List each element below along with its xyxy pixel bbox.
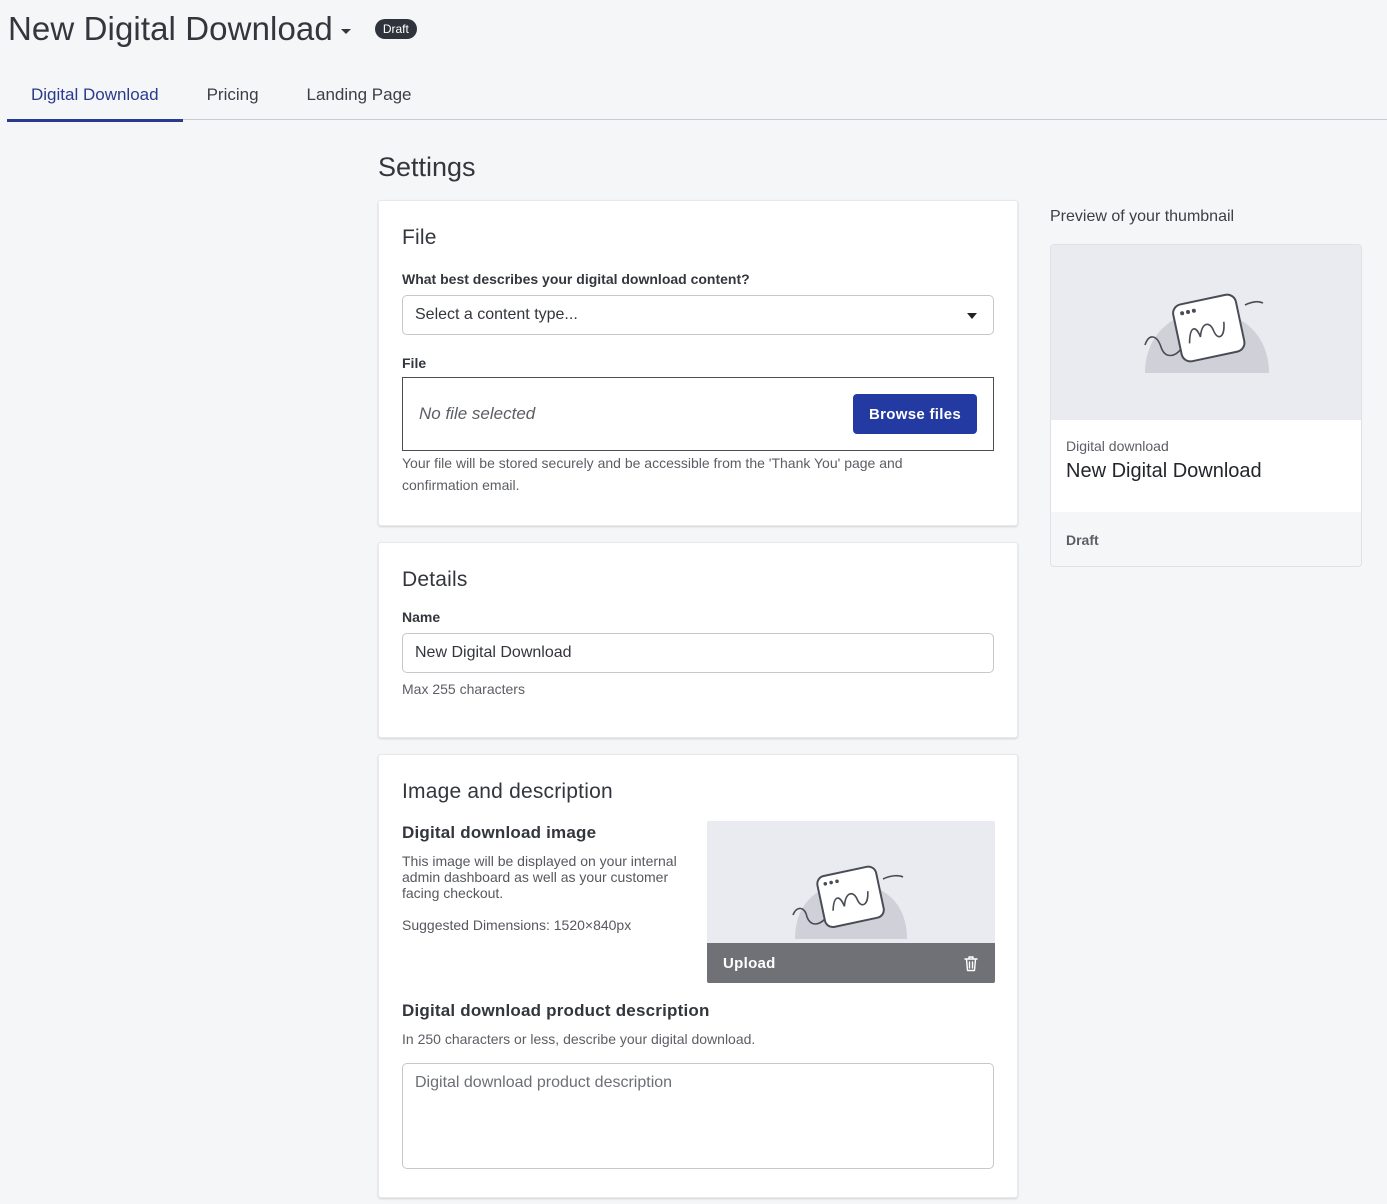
status-badge: Draft [374, 19, 417, 39]
details-card-title: Details [402, 568, 468, 591]
file-picker[interactable]: No file selected Browse files [402, 377, 994, 451]
details-card: Details Name New Digital Download Max 25… [378, 542, 1018, 738]
name-label: Name [402, 609, 441, 625]
image-placeholder-icon [1144, 293, 1269, 373]
preview-image [1051, 245, 1361, 420]
description-textarea[interactable]: Digital download product description [402, 1063, 994, 1169]
preview-label: Preview of your thumbnail [1050, 208, 1235, 225]
file-value: No file selected [419, 404, 536, 423]
file-label: File [402, 355, 427, 371]
upload-button[interactable]: Upload [707, 943, 995, 983]
preview-body: Digital download New Digital Download [1051, 420, 1361, 512]
content-type-select[interactable]: Select a content type... [402, 295, 994, 335]
chevron-down-icon [967, 313, 977, 319]
name-help-text: Max 255 characters [402, 681, 525, 697]
page-title: New Digital Download [8, 10, 333, 47]
tab-pricing[interactable]: Pricing [183, 70, 283, 120]
tab-landing-page[interactable]: Landing Page [283, 70, 436, 120]
tab-digital-download[interactable]: Digital Download [7, 70, 183, 122]
image-card-title: Image and description [402, 780, 613, 803]
settings-title: Settings [378, 152, 476, 182]
image-placeholder-icon [792, 865, 907, 939]
description-help-text: In 250 characters or less, describe your… [402, 1031, 756, 1047]
tab-bar: Digital Download Pricing Landing Page [7, 70, 1387, 122]
file-help-text: Your file will be stored securely and be… [402, 455, 903, 493]
image-dimensions: Suggested Dimensions: 1520×840px [402, 917, 632, 933]
name-input[interactable]: New Digital Download [402, 633, 994, 673]
page-header: New Digital Download Draft [8, 8, 417, 50]
image-description-card: Image and description Digital download i… [378, 754, 1018, 1198]
content-type-label: What best describes your digital downloa… [402, 271, 750, 287]
content-type-value: Select a content type... [415, 306, 578, 323]
description-heading: Digital download product description [402, 1001, 710, 1020]
file-card: File What best describes your digital do… [378, 200, 1018, 526]
upload-label: Upload [723, 954, 776, 972]
image-heading: Digital download image [402, 823, 597, 842]
trash-icon[interactable] [963, 955, 979, 972]
thumbnail-preview-card: Digital download New Digital Download Dr… [1050, 244, 1362, 567]
image-upload-slot[interactable]: Upload [707, 821, 995, 983]
image-help-text: This image will be displayed on your int… [402, 853, 677, 901]
preview-name: New Digital Download [1066, 460, 1262, 482]
browse-files-button[interactable]: Browse files [853, 394, 977, 434]
file-card-title: File [402, 226, 437, 249]
title-dropdown-icon[interactable] [340, 28, 351, 34]
preview-kind: Digital download [1066, 438, 1169, 454]
preview-status: Draft [1066, 532, 1099, 548]
